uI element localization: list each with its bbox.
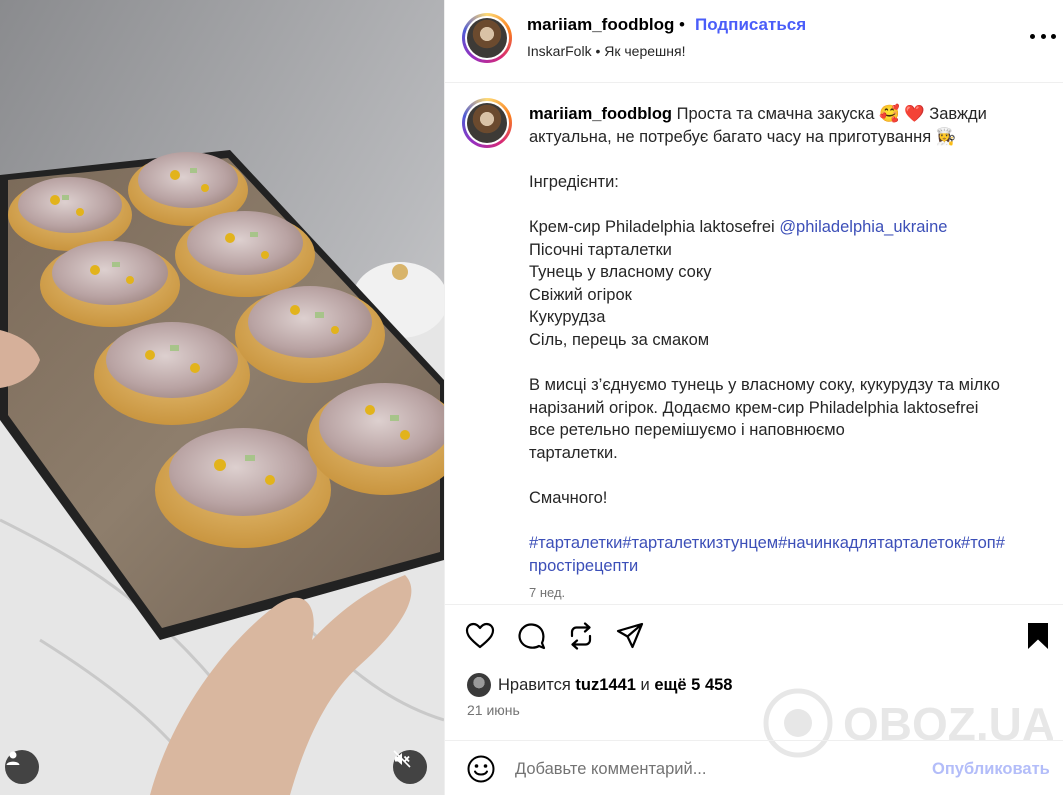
ingredients-title: Інгредієнти: [529, 172, 619, 191]
post-date[interactable]: 21 июнь [467, 702, 520, 718]
share-icon[interactable] [615, 621, 645, 651]
post-header: mariiam_foodblog • Подписаться InskarFol… [445, 0, 1063, 83]
separator-dot: • [679, 15, 685, 34]
more-options-button[interactable] [1030, 26, 1056, 46]
comment-input[interactable] [515, 757, 845, 781]
ingredient-item: Сіль, перець за смаком [529, 330, 710, 349]
food-photo [0, 0, 444, 795]
action-bar [445, 605, 1063, 665]
ingredient-item: Крем-сир Philadelphia laktosefrei [529, 217, 780, 236]
mute-icon [393, 750, 411, 768]
caption-line: актуальна, не потребує багато часу на пр… [529, 127, 957, 146]
post-caption: mariiam_foodblog Проста та смачна закуск… [529, 103, 1049, 577]
hashtag-links[interactable]: простірецепти [529, 555, 1049, 578]
author-username[interactable]: mariiam_foodblog [527, 15, 674, 35]
post-sidebar: mariiam_foodblog • Подписаться InskarFol… [444, 0, 1063, 795]
method-line: нарізаний огірок. Додаємо крем-сир Phila… [529, 398, 979, 417]
ingredient-item: Пісочні тарталетки [529, 240, 672, 259]
follow-button[interactable]: Подписаться [695, 15, 806, 35]
caption-line: Проста та смачна закуска 🥰 ❤️ Завжди [672, 105, 987, 123]
repost-icon[interactable] [566, 621, 596, 651]
likes-summary: Нравится tuz1441 и ещё 5 458 [467, 672, 732, 698]
audio-track-link[interactable]: InskarFolk • Як черешня! [527, 43, 685, 59]
author-avatar[interactable] [462, 13, 512, 63]
user-tag-icon [6, 751, 20, 765]
ingredient-item: Кукурудза [529, 308, 606, 327]
post-time-ago[interactable]: 7 нед. [529, 585, 565, 600]
likes-count[interactable]: ещё 5 458 [654, 676, 732, 694]
closing-line: Смачного! [529, 489, 608, 508]
post-media[interactable] [0, 0, 444, 795]
liker-username[interactable]: tuz1441 [575, 676, 636, 694]
method-line: тарталетки. [529, 443, 618, 462]
mute-button[interactable] [393, 750, 427, 784]
ingredient-item: Свіжий огірок [529, 285, 632, 304]
caption-area: mariiam_foodblog Проста та смачна закуск… [445, 83, 1063, 605]
caption-username[interactable]: mariiam_foodblog [529, 105, 672, 123]
hashtag-links[interactable]: #тарталетки#тарталеткизтунцем#начинкадля… [529, 532, 1049, 555]
user-tag-button[interactable] [5, 750, 39, 784]
ingredient-item: Тунець у власному соку [529, 263, 712, 282]
emoji-icon[interactable] [466, 754, 496, 784]
method-line: В мисці з’єднуємо тунець у власному соку… [529, 376, 1000, 395]
comment-bar: Опубликовать [445, 740, 1063, 795]
heart-icon[interactable] [465, 621, 495, 651]
method-line: все ретельно перемішуємо і наповнюємо [529, 421, 845, 440]
more-icon [1030, 33, 1035, 39]
comment-icon[interactable] [516, 621, 546, 651]
liker-avatar[interactable] [467, 673, 491, 697]
mention-link[interactable]: @philadelphia_ukraine [779, 218, 947, 236]
caption-author-avatar[interactable] [462, 98, 512, 148]
publish-button[interactable]: Опубликовать [932, 760, 1050, 779]
bookmark-icon[interactable] [1023, 621, 1053, 651]
